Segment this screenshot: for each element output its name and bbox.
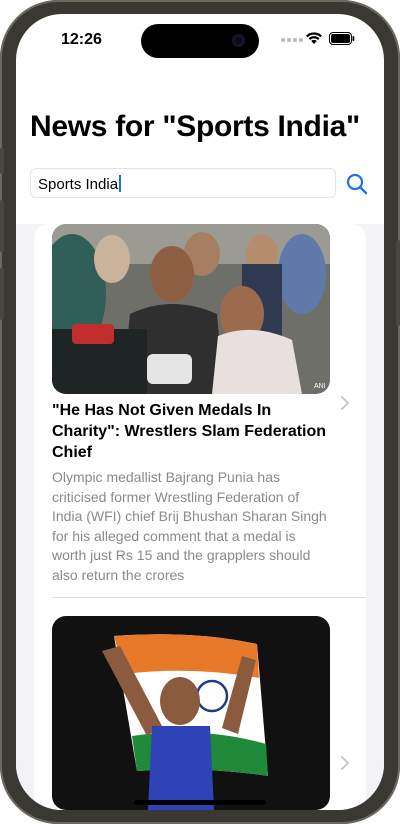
status-time: 12:26 (61, 31, 102, 48)
article-image[interactable]: ANI (52, 224, 330, 394)
list-divider (52, 597, 366, 598)
status-bar: 12:26 (16, 14, 384, 64)
wrestlers-protest-photo: ANI (52, 224, 330, 394)
search-input[interactable]: Sports India (30, 168, 336, 198)
battery-icon (329, 32, 355, 45)
front-camera (232, 34, 245, 47)
home-indicator[interactable] (134, 800, 266, 805)
wifi-icon (306, 32, 322, 44)
screen: 12:26 News for "Sports India" Sports Ind… (16, 14, 384, 810)
dynamic-island (141, 24, 259, 58)
page-title: News for "Sports India" (30, 110, 360, 143)
wrestler-with-flag-photo (52, 616, 330, 810)
image-credit: ANI (314, 383, 326, 390)
volume-up-button (0, 200, 4, 252)
article-headline[interactable]: "He Has Not Given Medals In Charity": Wr… (52, 400, 332, 463)
cellular-signal-icon (281, 38, 303, 42)
article-summary: Olympic medallist Bajrang Punia has crit… (52, 469, 327, 583)
text-caret (119, 175, 122, 192)
chevron-right-icon[interactable] (340, 396, 350, 410)
phone-frame: 12:26 News for "Sports India" Sports Ind… (0, 0, 400, 824)
article-image[interactable] (52, 616, 330, 810)
volume-down-button (0, 268, 4, 320)
side-button (396, 240, 400, 326)
search-input-value: Sports India (38, 176, 119, 193)
search-icon[interactable] (346, 173, 368, 195)
news-list[interactable]: ANI "He Has Not Given Medals In Charity"… (34, 224, 366, 810)
action-button (0, 148, 4, 174)
chevron-right-icon[interactable] (340, 756, 350, 770)
